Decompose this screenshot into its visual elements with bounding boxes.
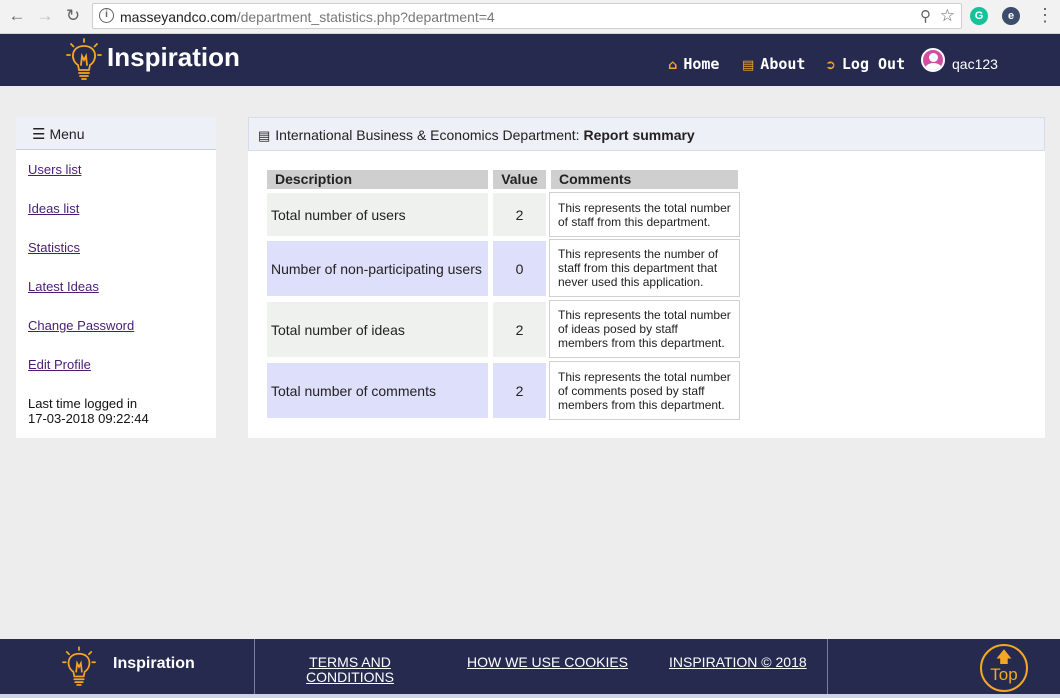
nav-logout-label: Log Out — [841, 55, 906, 73]
site-info-icon[interactable]: i — [99, 8, 114, 23]
row-comment: This represents the total number of comm… — [549, 361, 740, 420]
footer-link-terms[interactable]: TERMS AND CONDITIONS — [300, 655, 400, 685]
nav-logout[interactable]: ➲ Log Out — [825, 55, 905, 73]
address-bar[interactable]: i masseyandco.com/department_statistics.… — [92, 3, 962, 29]
footer-terms-line1: TERMS AND — [309, 654, 391, 670]
row-comment: This represents the total number of staf… — [549, 192, 740, 237]
extension-icon[interactable]: e — [1002, 7, 1020, 25]
footer-divider — [254, 639, 255, 695]
sidebar-link-statistics[interactable]: Statistics — [28, 240, 80, 255]
newspaper-icon: ▤ — [258, 128, 271, 143]
footer-brand: Inspiration — [113, 655, 195, 672]
footer-terms-line2: CONDITIONS — [306, 669, 394, 685]
menu-bars-icon: ☰ — [32, 126, 46, 143]
bottom-strip — [0, 694, 1060, 698]
last-login-info: Last time logged in 17-03-2018 09:22:44 — [28, 396, 149, 426]
sidebar-title: Menu — [49, 126, 85, 142]
column-header-comments: Comments — [551, 170, 738, 189]
last-login-time: 17-03-2018 09:22:44 — [28, 411, 149, 426]
browser-menu-icon[interactable]: ⋮ — [1036, 6, 1054, 24]
arrow-up-icon: 🡅 — [995, 649, 1013, 666]
forward-arrow-icon[interactable]: → — [34, 5, 56, 27]
sidebar: ☰ Menu Users list Ideas list Statistics L… — [16, 117, 216, 438]
bookmark-star-icon[interactable]: ☆ — [940, 6, 955, 26]
nav-about[interactable]: ▤ About — [742, 55, 805, 73]
lightbulb-logo-icon — [66, 38, 102, 80]
column-header-value: Value — [493, 170, 546, 189]
footer-link-cookies[interactable]: HOW WE USE COOKIES — [467, 655, 628, 670]
sidebar-header: ☰ Menu — [16, 117, 216, 150]
nav-home-label: Home — [683, 55, 720, 73]
home-icon: ⌂ — [668, 58, 678, 73]
row-description: Number of non-participating users — [267, 241, 488, 296]
row-value: 2 — [493, 363, 546, 418]
nav-about-label: About — [760, 55, 806, 73]
row-description: Total number of users — [267, 193, 488, 236]
row-value: 2 — [493, 193, 546, 236]
user-avatar[interactable] — [921, 48, 945, 72]
site-footer: Inspiration TERMS AND CONDITIONS HOW WE U… — [0, 639, 1060, 698]
back-arrow-icon[interactable]: ← — [6, 5, 28, 27]
sidebar-link-users-list[interactable]: Users list — [28, 162, 81, 177]
url-text[interactable]: masseyandco.com/department_statistics.ph… — [120, 9, 495, 25]
zoom-icon[interactable]: ⚲ — [920, 7, 931, 25]
row-description: Total number of ideas — [267, 302, 488, 357]
lightbulb-logo-icon — [62, 646, 96, 686]
footer-link-copyright[interactable]: INSPIRATION © 2018 — [669, 655, 807, 670]
sidebar-link-ideas-list[interactable]: Ideas list — [28, 201, 79, 216]
sign-out-icon: ➲ — [825, 58, 836, 73]
row-comment: This represents the number of staff from… — [549, 239, 740, 297]
nav-home[interactable]: ⌂ Home — [668, 55, 719, 73]
footer-divider — [827, 639, 828, 695]
list-icon: ▤ — [742, 58, 755, 73]
browser-toolbar: ← → ↻ i masseyandco.com/department_stati… — [0, 0, 1060, 34]
site-header: Inspiration ⌂ Home ▤ About ➲ Log Out qac123 — [0, 34, 1060, 86]
report-title: Report summary — [583, 127, 695, 143]
row-value: 2 — [493, 302, 546, 357]
reload-icon[interactable]: ↻ — [62, 5, 84, 27]
report-header: ▤ International Business & Economics Depa… — [248, 117, 1045, 151]
sidebar-link-edit-profile[interactable]: Edit Profile — [28, 357, 91, 372]
row-value: 0 — [493, 241, 546, 296]
grammarly-extension-icon[interactable]: G — [970, 7, 988, 25]
brand-name[interactable]: Inspiration — [107, 42, 240, 73]
back-to-top-label: Top — [990, 665, 1018, 684]
row-description: Total number of comments — [267, 363, 488, 418]
sidebar-link-latest-ideas[interactable]: Latest Ideas — [28, 279, 99, 294]
column-header-description: Description — [267, 170, 488, 189]
sidebar-link-change-password[interactable]: Change Password — [28, 318, 134, 333]
department-name: International Business & Economics Depar… — [275, 127, 580, 143]
row-comment: This represents the total number of idea… — [549, 300, 740, 358]
last-login-label: Last time logged in — [28, 396, 138, 411]
username[interactable]: qac123 — [952, 56, 998, 72]
back-to-top-button[interactable]: 🡅 Top — [980, 644, 1028, 692]
